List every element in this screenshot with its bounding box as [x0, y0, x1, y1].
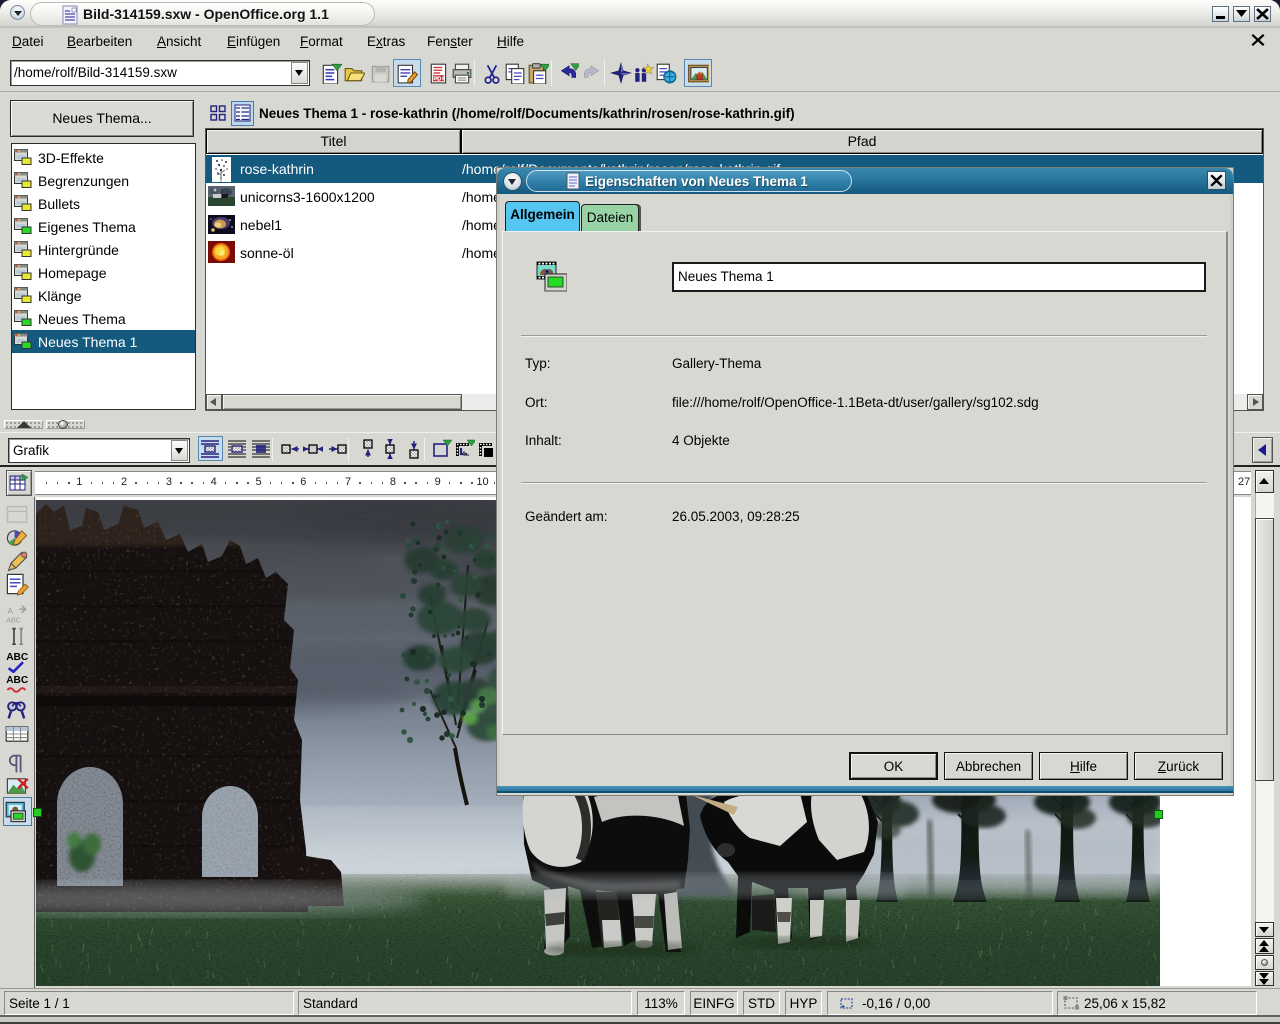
svg-text:ABC: ABC: [6, 615, 21, 624]
svg-text:ABC: ABC: [6, 675, 29, 686]
svg-text:ABC: ABC: [6, 652, 29, 663]
